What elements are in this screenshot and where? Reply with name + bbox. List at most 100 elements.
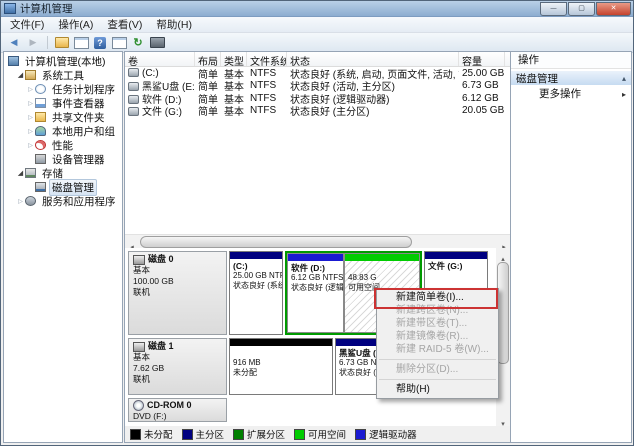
tree-item-label: 服务和应用程序 <box>42 195 116 208</box>
expander-icon[interactable] <box>26 142 35 149</box>
menu-item[interactable]: 查看(V) <box>100 17 149 32</box>
legend-label: 扩展分区 <box>247 430 286 441</box>
menu-separator <box>379 379 496 380</box>
window-icon[interactable] <box>111 36 127 49</box>
menu-item[interactable]: 操作(A) <box>51 17 100 32</box>
tree-item[interactable]: 任务计划程序 <box>4 82 122 96</box>
forward-icon[interactable] <box>25 35 41 50</box>
expander-icon[interactable] <box>16 71 25 79</box>
menu-item[interactable]: 帮助(H) <box>149 17 199 32</box>
console-tree: 计算机管理(本地) 系统工具 任务计划程序 事件查看器 共享文件夹 <box>3 51 123 443</box>
context-menu-item[interactable]: 新建跨区卷(N)... <box>377 304 498 317</box>
legend-swatch <box>181 428 193 440</box>
toolbar-separator <box>47 36 48 49</box>
main-area: 计算机管理(本地) 系统工具 任务计划程序 事件查看器 共享文件夹 <box>1 51 633 445</box>
tree-item[interactable]: 计算机管理(本地) <box>4 54 122 68</box>
context-menu-item[interactable]: 新建镜像卷(R)... <box>377 330 498 343</box>
legend-swatch <box>355 428 367 440</box>
volume-capacity: 6.73 GB <box>462 80 499 92</box>
submenu-arrow-icon <box>622 88 626 100</box>
cdrom-header[interactable]: CD-ROM 0 DVD (F:) <box>128 398 227 422</box>
console-window-icon[interactable] <box>73 36 89 49</box>
column-header-capacity[interactable]: 容量 <box>459 52 505 66</box>
tree-item-icon <box>35 154 46 164</box>
context-menu-item[interactable]: 删除分区(D)... <box>377 363 498 376</box>
tree-item[interactable]: 性能 <box>4 138 122 152</box>
refresh-icon[interactable] <box>130 35 146 50</box>
disk-status: 联机 <box>133 374 151 384</box>
expander-icon[interactable] <box>26 86 35 93</box>
close-button[interactable] <box>596 2 631 16</box>
column-header-status[interactable]: 状态 <box>287 52 459 66</box>
more-actions-item[interactable]: 更多操作 <box>511 85 631 102</box>
partition-color-bar <box>425 252 487 259</box>
minimize-button[interactable] <box>540 2 567 16</box>
title-bar[interactable]: 计算机管理 <box>1 1 633 17</box>
volume-icon <box>128 107 139 117</box>
cdrom-icon <box>133 400 144 411</box>
tree-item[interactable]: 共享文件夹 <box>4 110 122 124</box>
unallocated-region[interactable]: 916 MB 未分配 <box>229 338 333 395</box>
expander-icon[interactable] <box>16 169 25 177</box>
column-header-type[interactable]: 类型 <box>221 52 247 66</box>
tree-item-icon <box>35 112 46 122</box>
context-menu-item[interactable]: 新建简单卷(I)... <box>377 291 498 304</box>
column-header-volume[interactable]: 卷 <box>125 52 195 66</box>
free-space-size: 48.83 G <box>348 273 377 282</box>
column-header-layout[interactable]: 布局 <box>195 52 221 66</box>
menu-item[interactable]: 文件(F) <box>3 17 51 32</box>
scroll-up-icon[interactable] <box>496 248 510 261</box>
help-icon[interactable] <box>94 36 106 49</box>
maximize-button[interactable] <box>568 2 595 16</box>
expander-icon[interactable] <box>26 114 35 121</box>
tree-item[interactable]: 事件查看器 <box>4 96 122 110</box>
expander-icon[interactable] <box>26 100 35 107</box>
volume-capacity: 6.12 GB <box>462 92 499 104</box>
tree-item[interactable]: 存储 <box>4 166 122 180</box>
collapse-icon[interactable] <box>622 72 626 84</box>
scroll-right-icon[interactable] <box>497 236 511 249</box>
legend-item: 逻辑驱动器 <box>355 427 417 441</box>
disk-status: 联机 <box>133 287 151 297</box>
tree-item[interactable]: 设备管理器 <box>4 152 122 166</box>
tree-item[interactable]: 服务和应用程序 <box>4 194 122 208</box>
context-menu-item[interactable]: 新建 RAID-5 卷(W)... <box>377 343 498 356</box>
actions-panel: 操作 磁盘管理 更多操作 <box>510 51 632 443</box>
expander-icon[interactable] <box>16 198 25 205</box>
tree-item[interactable]: 磁盘管理 <box>4 178 122 196</box>
volume-list-header: 卷 布局 类型 文件系统 状态 容量 <box>125 52 511 67</box>
context-menu: 新建简单卷(I)... 新建跨区卷(N)... 新建带区卷(T)... 新建镜像卷(R… <box>376 288 499 399</box>
legend-label: 主分区 <box>195 430 225 441</box>
folder-icon[interactable] <box>55 37 69 48</box>
tree-item[interactable]: 本地用户和组 <box>4 124 122 138</box>
scrollbar-thumb[interactable] <box>140 236 412 248</box>
tree-item[interactable]: 系统工具 <box>4 68 122 82</box>
context-menu-item[interactable]: 帮助(H) <box>377 383 498 396</box>
disk-icon[interactable] <box>149 37 165 48</box>
volume-fs: NTFS <box>250 92 277 104</box>
back-icon[interactable] <box>6 35 22 50</box>
scroll-left-icon[interactable] <box>125 236 139 249</box>
expander-icon[interactable] <box>26 128 35 135</box>
volume-row[interactable]: 文件 (G:) 简单 基本 NTFS 状态良好 (主分区) 20.05 GB <box>125 105 511 118</box>
volume-icon <box>128 67 139 77</box>
partition-size: 25.00 GB NTFS <box>233 271 282 280</box>
legend-swatch <box>294 428 306 440</box>
partition-color-bar <box>288 254 343 261</box>
horizontal-scrollbar[interactable] <box>125 234 511 249</box>
partition-c[interactable]: (C:) 25.00 GB NTFS 状态良好 (系统, 启 <box>229 251 283 335</box>
actions-section-disk-management[interactable]: 磁盘管理 <box>511 71 631 85</box>
disk-type: 基本 <box>133 265 151 275</box>
context-menu-item[interactable]: 新建带区卷(T)... <box>377 317 498 330</box>
scroll-down-icon[interactable] <box>496 413 510 426</box>
partition-name: (C:) <box>233 261 248 271</box>
disk-1-header[interactable]: 磁盘 1 基本 7.62 GB 联机 <box>128 338 227 395</box>
column-header-fs[interactable]: 文件系统 <box>247 52 287 66</box>
partition-d[interactable]: 软件 (D:) 6.12 GB NTFS 状态良好 (逻辑 <box>287 253 344 333</box>
app-icon <box>4 3 16 14</box>
partition-name: 软件 (D:) <box>291 263 325 273</box>
legend-item: 扩展分区 <box>233 427 285 441</box>
disk-0-header[interactable]: 磁盘 0 基本 100.00 GB 联机 <box>128 251 227 335</box>
window-title: 计算机管理 <box>20 3 73 15</box>
legend-label: 未分配 <box>144 430 173 441</box>
